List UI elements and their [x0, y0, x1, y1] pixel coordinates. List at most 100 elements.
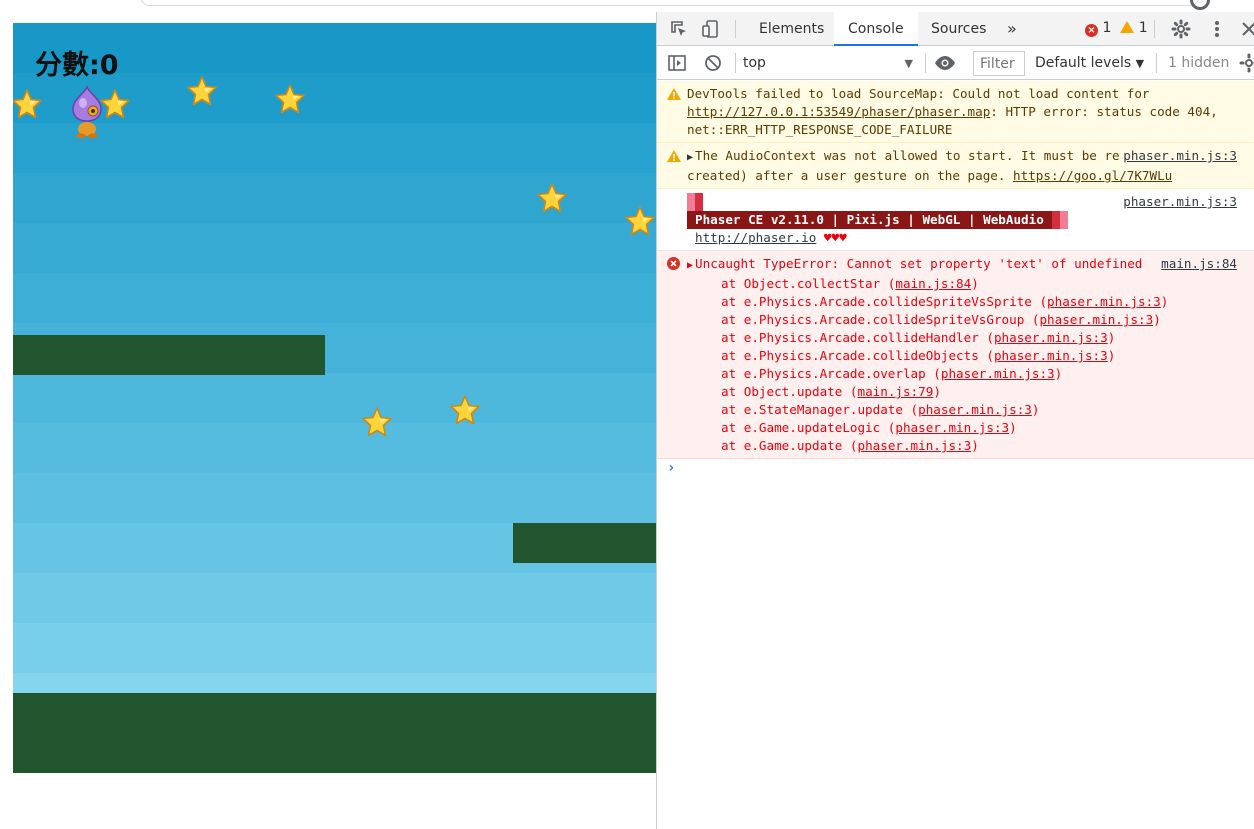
stack-frame: at e.StateManager.update (phaser.min.js:…	[721, 402, 1040, 417]
stack-frame: at Object.update (main.js:79)	[721, 384, 941, 399]
sky-band	[13, 423, 656, 473]
more-options-icon[interactable]	[1207, 19, 1227, 39]
log-levels-dropdown[interactable]: Default levels ▼	[1035, 55, 1144, 71]
sky-band	[13, 123, 656, 173]
stack-frame-link[interactable]: phaser.min.js:3	[941, 366, 1055, 381]
close-icon[interactable]	[1239, 19, 1254, 39]
context-select-value: top	[743, 55, 766, 71]
stack-frame-link[interactable]: phaser.min.js:3	[918, 402, 1032, 417]
device-toolbar-icon[interactable]	[701, 19, 721, 39]
dropdown-arrow-icon: ▼	[904, 57, 913, 70]
message-source-link[interactable]: phaser.min.js:3	[1119, 193, 1237, 211]
toolbar-divider	[925, 53, 926, 73]
ledge-platform	[513, 523, 656, 563]
console-warning-message: ▶ The AudioContext was not allowed to sta…	[657, 143, 1254, 189]
toolbar-divider	[735, 53, 736, 73]
ledge-platform	[13, 335, 325, 375]
console-toolbar: top ▼ Default levels ▼ 1 hidden	[657, 47, 1254, 80]
sky-band	[13, 473, 656, 523]
stack-frame-link[interactable]: phaser.min.js:3	[994, 348, 1108, 363]
sourcemap-link[interactable]: http://127.0.0.1:53549/phaser/phaser.map	[687, 104, 990, 119]
stack-frame: at e.Game.updateLogic (phaser.min.js:3)	[721, 420, 1017, 435]
toolbar-divider	[1156, 53, 1157, 73]
phaser-banner-row: Phaser CE v2.11.0 | Pixi.js | WebGL | We…	[687, 211, 1247, 229]
hearts: ♥♥♥	[823, 230, 847, 245]
player-sprite	[69, 84, 105, 139]
stack-frame: at e.Physics.Arcade.collideSpriteVsSprit…	[721, 294, 1169, 309]
stack-frame: at e.Physics.Arcade.collideSpriteVsGroup…	[721, 312, 1161, 327]
stack-frame-link[interactable]: main.js:84	[895, 276, 971, 291]
dropdown-arrow-icon: ▼	[1135, 57, 1145, 70]
tab-elements[interactable]: Elements	[745, 12, 838, 46]
error-text: Uncaught TypeError: Cannot set property …	[695, 256, 1143, 271]
log-levels-value: Default levels	[1035, 55, 1132, 71]
sky-band	[13, 623, 656, 673]
stack-frame: at Object.collectStar (main.js:84)	[721, 276, 979, 291]
more-tabs-button[interactable]: »	[993, 12, 1031, 46]
warning-icon	[667, 87, 681, 105]
tab-sources[interactable]: Sources	[917, 12, 1000, 46]
stack-frame-link[interactable]: phaser.min.js:3	[994, 330, 1108, 345]
stack-frame-link[interactable]: phaser.min.js:3	[895, 420, 1009, 435]
sky-band	[13, 373, 656, 423]
message-text: DevTools failed to load SourceMap: Could…	[687, 86, 1150, 101]
address-bar-edge[interactable]	[140, 0, 1200, 6]
score-label: 分數:0	[35, 50, 119, 81]
star-icon	[13, 88, 43, 120]
prompt-chevron-icon: ›	[667, 460, 676, 476]
sky-band	[13, 573, 656, 623]
context-select[interactable]: top ▼	[743, 53, 913, 74]
star-icon	[449, 394, 481, 426]
star-icon	[624, 205, 656, 237]
clear-console-icon[interactable]	[703, 53, 723, 73]
eye-icon[interactable]	[933, 53, 957, 73]
stack-frame-link[interactable]: phaser.min.js:3	[1047, 294, 1161, 309]
devtools-panel: Elements Console Sources » × 1 1 top ▼ F…	[656, 12, 1254, 829]
game-canvas[interactable]: 分數:0	[13, 23, 656, 773]
error-count: 1	[1102, 20, 1112, 36]
error-icon: ×	[1085, 24, 1098, 37]
console-settings-gear-icon[interactable]	[1239, 53, 1254, 73]
star-icon	[361, 406, 393, 438]
console-warning-message: DevTools failed to load SourceMap: Could…	[657, 81, 1254, 143]
star-icon	[186, 75, 218, 107]
issue-counts[interactable]: × 1 1	[1085, 20, 1148, 37]
toolbar-divider	[735, 20, 736, 38]
stack-frame: at e.Physics.Arcade.collideObjects (phas…	[721, 348, 1116, 363]
warning-icon	[667, 149, 681, 167]
tab-console[interactable]: Console	[834, 12, 918, 46]
sky-band	[13, 223, 656, 273]
stack-frame-link[interactable]: phaser.min.js:3	[1039, 312, 1153, 327]
audio-help-link[interactable]: https://goo.gl/7K7WLu	[1013, 168, 1172, 183]
stack-frame-link[interactable]: main.js:79	[857, 384, 933, 399]
hidden-count: 1 hidden	[1168, 55, 1230, 71]
ground-platform	[13, 693, 656, 773]
stack-frame: at e.Game.update (phaser.min.js:3)	[721, 438, 979, 453]
warning-icon	[1120, 21, 1135, 33]
console-prompt[interactable]: ›	[657, 459, 1254, 483]
expand-triangle-icon[interactable]: ▶	[687, 152, 693, 163]
stack-frame: at e.Physics.Arcade.collideHandler (phas…	[721, 330, 1116, 345]
stack-frame-link[interactable]: phaser.min.js:3	[857, 438, 971, 453]
sky-band	[13, 273, 656, 323]
message-source-link[interactable]: phaser.min.js:3	[1119, 147, 1237, 165]
settings-gear-icon[interactable]	[1171, 19, 1191, 39]
phaser-link-row: http://phaser.io ♥♥♥	[687, 229, 1247, 247]
star-icon	[274, 83, 306, 115]
warning-count: 1	[1138, 20, 1148, 36]
inspect-element-icon[interactable]	[669, 19, 689, 39]
message-source-link[interactable]: main.js:84	[1157, 255, 1237, 273]
console-log-message: Phaser CE v2.11.0 | Pixi.js | WebGL | We…	[657, 189, 1254, 251]
console-filter-input[interactable]	[973, 51, 1025, 76]
stack-frame: at e.Physics.Arcade.overlap (phaser.min.…	[721, 366, 1063, 381]
console-messages: DevTools failed to load SourceMap: Could…	[657, 81, 1254, 483]
devtools-tab-bar: Elements Console Sources » × 1 1	[657, 12, 1254, 46]
star-icon	[536, 182, 568, 214]
phaser-banner: Phaser CE v2.11.0 | Pixi.js | WebGL | We…	[687, 211, 1052, 229]
phaser-link[interactable]: http://phaser.io	[695, 230, 816, 245]
sidebar-toggle-icon[interactable]	[667, 53, 687, 73]
toolbar-divider	[1154, 20, 1155, 38]
expand-triangle-icon[interactable]: ▶	[687, 260, 693, 271]
browser-top-strip	[0, 0, 1254, 12]
profile-icon[interactable]	[1190, 0, 1210, 10]
